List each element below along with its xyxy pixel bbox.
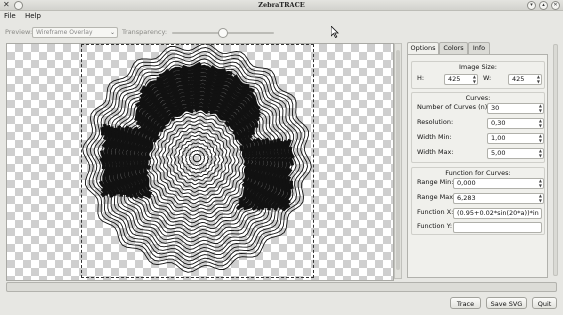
trace-button[interactable]: Trace — [450, 297, 481, 309]
height-value: 425 — [448, 75, 461, 83]
width-field[interactable]: 425 ▲ ▼ — [508, 74, 542, 85]
height-label: H: — [417, 74, 425, 82]
spinner-icon[interactable]: ▲ ▼ — [539, 104, 542, 113]
tab-info[interactable]: Info — [468, 42, 490, 54]
range-min-label: Range Min: — [417, 178, 454, 186]
image-size-title: Image Size: — [459, 63, 497, 71]
close-icon[interactable]: ✕ — [551, 1, 560, 10]
image-size-group: Image Size: H: 425 ▲ ▼ W: 425 ▲ ▼ — [411, 61, 545, 89]
number-of-curves-field[interactable]: 30 ▲ ▼ — [487, 103, 544, 114]
width-min-value: 1,00 — [491, 134, 506, 142]
range-max-value: 6,283 — [457, 194, 476, 202]
resolution-field[interactable]: 0,30 ▲ ▼ — [487, 118, 544, 129]
menu-bar: File Help — [0, 11, 563, 22]
range-max-label: Range Max: — [417, 193, 456, 201]
width-min-label: Width Min: — [417, 133, 452, 141]
preview-label: Preview: — [5, 28, 33, 36]
save-svg-button[interactable]: Save SVG — [486, 297, 527, 309]
tab-colors[interactable]: Colors — [439, 42, 468, 54]
maximize-icon[interactable]: ▴ — [539, 1, 548, 10]
spinner-icon[interactable]: ▲ ▼ — [539, 119, 542, 128]
function-group: Function for Curves: Range Min: 0,000 ▲ ▼… — [411, 167, 545, 235]
minimize-icon[interactable]: ▾ — [527, 1, 536, 10]
width-max-label: Width Max: — [417, 148, 454, 156]
width-max-field[interactable]: 5,00 ▲ ▼ — [487, 148, 544, 159]
spinner-icon[interactable]: ▲ ▼ — [537, 75, 540, 84]
menu-help[interactable]: Help — [25, 12, 41, 21]
canvas-scrollbar[interactable] — [394, 43, 402, 279]
chevron-down-icon: ⌄ — [109, 29, 115, 36]
resolution-label: Resolution: — [417, 118, 454, 126]
preview-select[interactable]: Wireframe Overlay ⌄ — [32, 27, 118, 38]
width-label: W: — [483, 74, 492, 82]
function-x-label: Function X: — [417, 208, 454, 216]
transparency-label: Transparency: — [122, 28, 168, 36]
function-y-field[interactable] — [453, 222, 542, 233]
number-of-curves-label: Number of Curves (n): — [417, 103, 490, 111]
canvas-scrollbar-thumb[interactable] — [396, 50, 400, 270]
image-canvas[interactable] — [6, 43, 394, 281]
options-panel: Image Size: H: 425 ▲ ▼ W: 425 ▲ ▼ Curves: … — [407, 54, 548, 278]
selection-rectangle[interactable] — [81, 44, 314, 278]
function-y-label: Function Y: — [417, 222, 453, 230]
mouse-cursor-icon — [331, 26, 339, 38]
height-field[interactable]: 425 ▲ ▼ — [444, 74, 478, 85]
title-bar: ✕ ZebraTRACE ▾ ▴ ✕ — [0, 0, 563, 11]
spinner-icon[interactable]: ▲ ▼ — [539, 149, 542, 158]
spinner-icon[interactable]: ▲ ▼ — [539, 134, 542, 143]
spinner-icon[interactable]: ▲ ▼ — [539, 179, 542, 188]
transparency-slider-handle[interactable] — [218, 28, 228, 38]
number-of-curves-value: 30 — [491, 104, 500, 112]
range-min-value: 0,000 — [457, 179, 476, 187]
width-min-field[interactable]: 1,00 ▲ ▼ — [487, 133, 544, 144]
curves-group: Curves: Number of Curves (n): 30 ▲ ▼ Reso… — [411, 92, 545, 163]
width-max-value: 5,00 — [491, 149, 506, 157]
spinner-icon[interactable]: ▲ ▼ — [473, 75, 476, 84]
progress-bar — [6, 282, 557, 292]
width-value: 425 — [512, 75, 525, 83]
function-x-value: (0.95+0.02*sin(20*a))*in — [457, 209, 539, 217]
panel-scrollbar-thumb[interactable] — [553, 44, 558, 276]
spinner-icon[interactable]: ▲ ▼ — [539, 194, 542, 203]
menu-file[interactable]: File — [4, 12, 16, 21]
curves-title: Curves: — [465, 94, 491, 102]
resolution-value: 0,30 — [491, 119, 506, 127]
preview-value: Wireframe Overlay — [36, 29, 93, 36]
function-x-field[interactable]: (0.95+0.02*sin(20*a))*in — [453, 208, 542, 219]
panel-scrollbar[interactable] — [552, 42, 559, 278]
toolbar: Preview: Wireframe Overlay ⌄ Transparenc… — [0, 26, 563, 39]
quit-button[interactable]: Quit — [532, 297, 557, 309]
range-min-field[interactable]: 0,000 ▲ ▼ — [453, 178, 544, 189]
window-title: ZebraTRACE — [258, 1, 305, 9]
function-title: Function for Curves: — [445, 169, 511, 177]
range-max-field[interactable]: 6,283 ▲ ▼ — [453, 193, 544, 204]
